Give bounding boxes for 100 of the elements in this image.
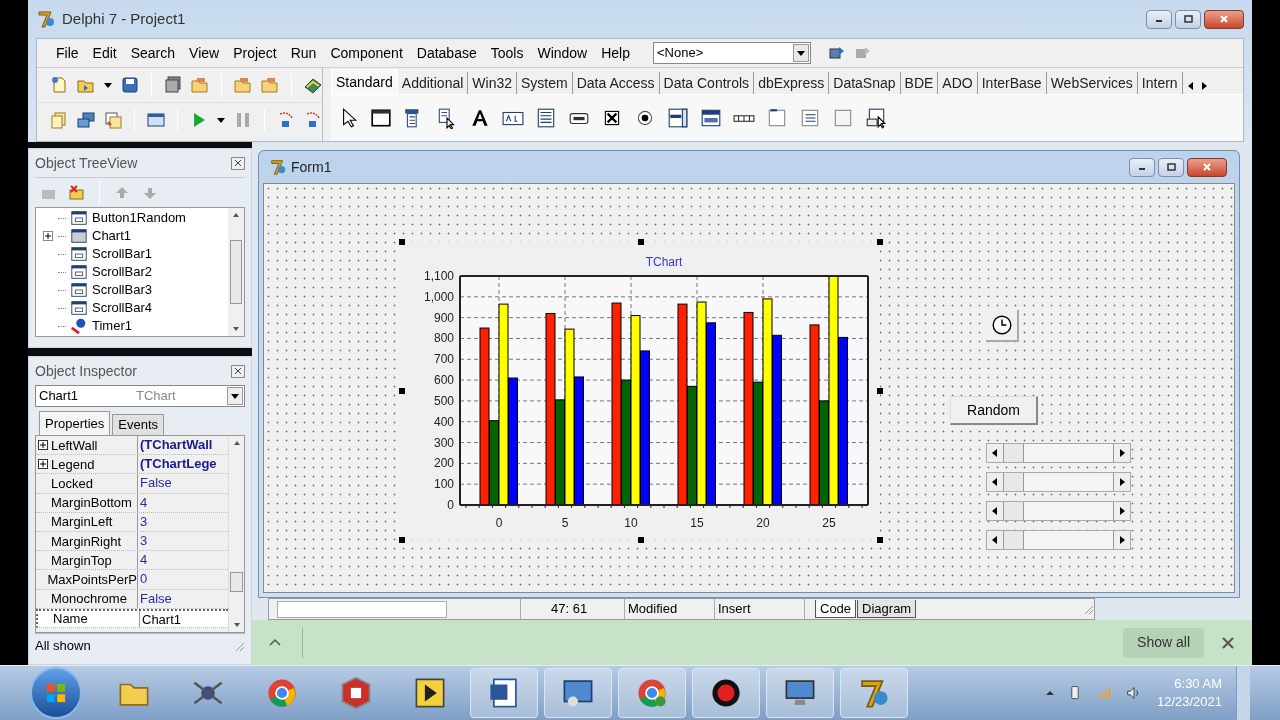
property-value[interactable]: False xyxy=(138,589,172,608)
close-button[interactable] xyxy=(231,156,245,170)
list-box-icon[interactable] xyxy=(667,107,689,129)
property-name[interactable]: MarginRight xyxy=(50,533,122,549)
start-button[interactable] xyxy=(30,667,82,719)
resize-handle[interactable] xyxy=(638,537,644,543)
menu-item[interactable]: Run xyxy=(285,42,322,64)
left-arrow-icon[interactable] xyxy=(991,536,999,544)
property-name[interactable]: MarginLeft xyxy=(50,514,113,530)
save-icon[interactable] xyxy=(120,75,140,95)
property-name[interactable]: LeftWall xyxy=(50,437,98,453)
maximize-button[interactable] xyxy=(1158,157,1184,177)
expand-icon[interactable] xyxy=(38,459,48,470)
property-value[interactable]: 4 xyxy=(138,551,148,570)
caret-icon[interactable] xyxy=(103,80,113,90)
browser-button[interactable] xyxy=(618,668,686,718)
label-icon[interactable] xyxy=(469,107,491,129)
resize-handle[interactable] xyxy=(877,239,883,245)
resize-handle[interactable] xyxy=(399,388,405,394)
menu-item[interactable]: Edit xyxy=(87,42,122,64)
resize-handle[interactable] xyxy=(399,537,405,543)
property-name[interactable]: Name xyxy=(52,611,88,627)
minimize-button[interactable] xyxy=(1146,9,1172,29)
delphi-button[interactable] xyxy=(840,668,908,718)
random-button[interactable]: Random xyxy=(950,396,1038,425)
scroll-thumb[interactable] xyxy=(1004,444,1024,462)
resize-handle[interactable] xyxy=(638,239,644,245)
menu-item[interactable]: Tools xyxy=(485,42,529,64)
close-button[interactable] xyxy=(1204,9,1244,29)
menu-item[interactable]: File xyxy=(51,42,84,64)
scroll-bar[interactable] xyxy=(986,501,1131,521)
frame-icon[interactable] xyxy=(370,107,392,129)
menu-item[interactable]: Project xyxy=(228,42,282,64)
vertical-scrollbar[interactable] xyxy=(228,436,244,632)
property-value[interactable]: (TChartWall xyxy=(138,436,213,455)
property-name[interactable]: Legend xyxy=(50,456,95,472)
inspector-tab[interactable]: Properties xyxy=(39,411,111,435)
toggle-form-icon[interactable] xyxy=(103,109,123,130)
menu-item[interactable]: Window xyxy=(532,42,593,64)
group-box-icon[interactable] xyxy=(766,107,788,129)
tree-item[interactable]: Chart1 xyxy=(92,228,132,244)
tree-item[interactable]: ScrollBar2 xyxy=(92,264,152,280)
expand-icon[interactable] xyxy=(38,440,48,451)
minimize-button[interactable] xyxy=(1129,157,1155,177)
caret-icon[interactable] xyxy=(230,391,240,401)
delete-item-icon[interactable] xyxy=(67,182,87,203)
panel-icon[interactable] xyxy=(832,107,854,129)
menu-item[interactable]: Database xyxy=(411,42,482,64)
component-selector[interactable]: Chart1 TChart xyxy=(35,385,245,407)
property-value[interactable]: False xyxy=(138,474,172,493)
resize-handle[interactable] xyxy=(877,388,883,394)
tree-item[interactable]: Timer1 xyxy=(92,318,132,334)
inspector-tab[interactable]: Events xyxy=(112,414,164,435)
new-icon[interactable] xyxy=(49,75,69,95)
scroll-thumb[interactable] xyxy=(1004,502,1024,520)
property-name[interactable]: MaxPointsPerP xyxy=(46,571,137,587)
menu-item[interactable]: Search xyxy=(125,42,181,64)
vertical-scrollbar[interactable] xyxy=(228,208,244,336)
tree-item[interactable]: Button1Random xyxy=(92,210,186,226)
windows-icon[interactable] xyxy=(76,109,96,130)
scroll-bar[interactable] xyxy=(986,443,1131,463)
expand-icon[interactable] xyxy=(43,231,53,241)
property-value[interactable]: 3 xyxy=(138,512,148,531)
app-button[interactable] xyxy=(544,668,612,718)
property-name[interactable]: MarginBottom xyxy=(50,495,132,511)
right-arrow-icon[interactable] xyxy=(1118,507,1126,515)
tree-item[interactable]: ScrollBar4 xyxy=(92,300,152,316)
tree-item[interactable]: ScrollBar1 xyxy=(92,246,152,262)
recorder-button[interactable] xyxy=(692,668,760,718)
left-arrow-icon[interactable] xyxy=(991,507,999,515)
document-app-button[interactable] xyxy=(470,668,538,718)
scroll-thumb[interactable] xyxy=(1004,473,1024,491)
editor-tab[interactable]: Code xyxy=(815,600,857,618)
memo-icon[interactable] xyxy=(535,107,557,129)
property-value[interactable]: 0 xyxy=(138,570,148,589)
property-value[interactable]: (TChartLege xyxy=(138,455,217,474)
scroll-bar[interactable] xyxy=(986,472,1131,492)
editor-tab[interactable]: Diagram xyxy=(857,600,917,618)
resize-handle[interactable] xyxy=(877,537,883,543)
scroll-thumb[interactable] xyxy=(230,240,242,304)
property-value[interactable]: Chart1 xyxy=(140,610,182,627)
desktop-combo[interactable]: <None> xyxy=(653,42,811,64)
right-arrow-icon[interactable] xyxy=(1118,449,1126,457)
app-button[interactable] xyxy=(766,668,834,718)
scroll-bar[interactable] xyxy=(986,530,1131,550)
palette-tab[interactable]: Standard xyxy=(331,69,398,94)
left-arrow-icon[interactable] xyxy=(991,449,999,457)
show-all-button[interactable]: Show all xyxy=(1123,627,1204,658)
combo-box-icon[interactable] xyxy=(700,107,722,129)
save-all-icon[interactable] xyxy=(163,75,183,95)
right-arrow-icon[interactable] xyxy=(1118,536,1126,544)
caret-icon[interactable] xyxy=(796,48,806,58)
menu-item[interactable]: View xyxy=(184,42,225,64)
resize-handle[interactable] xyxy=(399,239,405,245)
right-arrow-icon[interactable] xyxy=(1118,478,1126,486)
action-list-icon[interactable] xyxy=(865,107,887,129)
input-field[interactable] xyxy=(277,600,447,618)
property-value[interactable]: 3 xyxy=(138,531,148,551)
close-button[interactable] xyxy=(1187,157,1227,177)
scroll-thumb[interactable] xyxy=(1004,531,1024,549)
